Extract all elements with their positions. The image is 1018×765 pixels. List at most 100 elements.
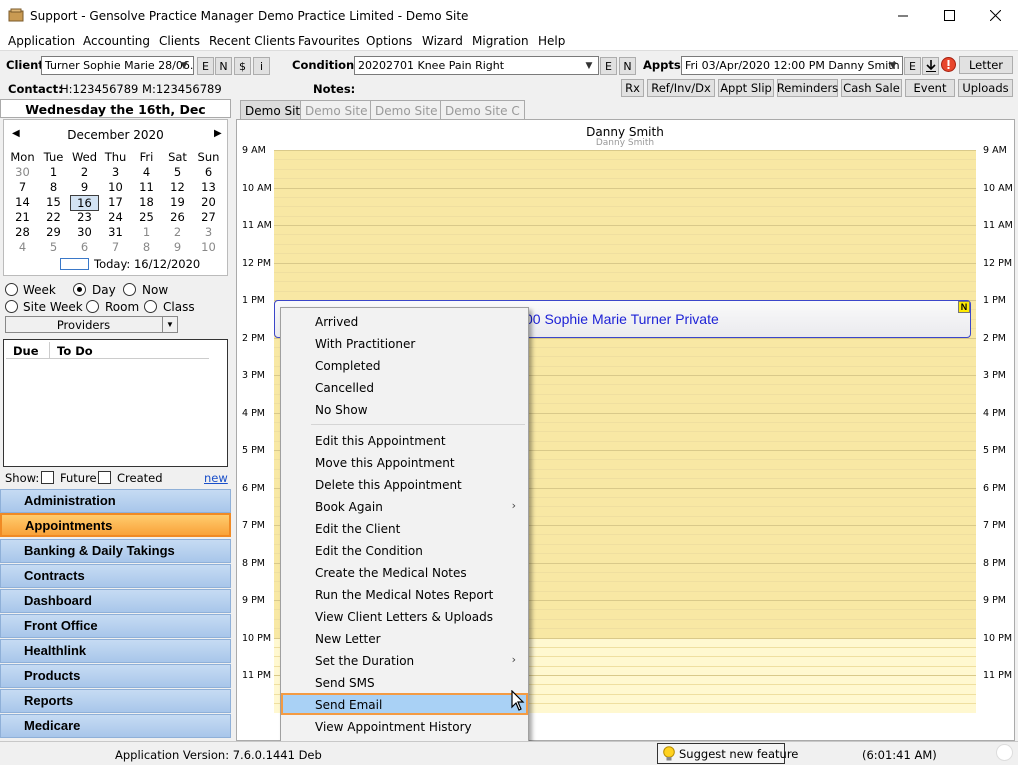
conditions-combo[interactable]: 20202701 Knee Pain Right ▼ — [354, 56, 599, 75]
close-icon[interactable] — [972, 0, 1018, 31]
calendar-day[interactable]: 7 — [7, 180, 38, 194]
chevron-down-icon[interactable]: ▼ — [177, 58, 191, 73]
client-edit-button[interactable]: E — [197, 57, 214, 75]
condition-new-button[interactable]: N — [619, 57, 636, 75]
client-account-button[interactable]: $ — [234, 57, 251, 75]
appt-edit-button[interactable]: E — [904, 57, 921, 75]
nav-appointments[interactable]: Appointments — [0, 513, 231, 537]
calendar-day[interactable]: 14 — [7, 195, 38, 209]
menu-favourites[interactable]: Favourites — [298, 34, 360, 48]
todo-col-todo[interactable]: To Do — [57, 344, 93, 358]
reminders-button[interactable]: Reminders — [777, 79, 838, 97]
next-month-icon[interactable]: ▶ — [214, 128, 222, 139]
calendar-day[interactable]: 6 — [69, 240, 100, 254]
menu-item-cancelled[interactable]: Cancelled — [281, 376, 528, 398]
letter-button[interactable]: Letter — [959, 56, 1013, 74]
menu-item-arrived[interactable]: Arrived — [281, 310, 528, 332]
chevron-down-icon[interactable]: ▼ — [886, 58, 900, 73]
menu-accounting[interactable]: Accounting — [83, 34, 150, 48]
menu-item-run-the-medical-notes-report[interactable]: Run the Medical Notes Report — [281, 583, 528, 605]
menu-item-no-show[interactable]: No Show — [281, 398, 528, 420]
class-radio[interactable] — [144, 300, 157, 313]
nav-banking-daily-takings[interactable]: Banking & Daily Takings — [0, 539, 231, 563]
menu-clients[interactable]: Clients — [159, 34, 200, 48]
minimize-icon[interactable] — [880, 0, 926, 31]
now-radio[interactable] — [123, 283, 136, 296]
calendar-day[interactable]: 8 — [38, 180, 69, 194]
calendar-day[interactable]: 15 — [38, 195, 69, 209]
alert-icon[interactable] — [941, 57, 956, 72]
menu-item-set-the-duration[interactable]: Set the Duration › — [281, 649, 528, 671]
condition-edit-button[interactable]: E — [600, 57, 617, 75]
appt-slip-button[interactable]: Appt Slip — [718, 79, 774, 97]
menu-migration[interactable]: Migration — [472, 34, 529, 48]
calendar-day[interactable]: 18 — [131, 195, 162, 209]
calendar-day[interactable]: 19 — [162, 195, 193, 209]
calendar-day[interactable]: 22 — [38, 210, 69, 224]
calendar-day[interactable]: 5 — [162, 165, 193, 179]
calendar-day[interactable]: 10 — [100, 180, 131, 194]
calendar-day[interactable]: 1 — [131, 225, 162, 239]
menu-item-create-the-medical-notes[interactable]: Create the Medical Notes — [281, 561, 528, 583]
menu-item-edit-this-appointment[interactable]: Edit this Appointment — [281, 429, 528, 451]
created-checkbox[interactable] — [98, 471, 111, 484]
rx-button[interactable]: Rx — [621, 79, 644, 97]
menu-recent-clients[interactable]: Recent Clients — [209, 34, 295, 48]
calendar-day[interactable]: 25 — [131, 210, 162, 224]
calendar-day[interactable]: 29 — [38, 225, 69, 239]
nav-front-office[interactable]: Front Office — [0, 614, 231, 638]
menu-options[interactable]: Options — [366, 34, 412, 48]
calendar-day[interactable]: 16 — [70, 195, 99, 211]
calendar-day[interactable]: 3 — [100, 165, 131, 179]
calendar-day[interactable]: 1 — [38, 165, 69, 179]
client-info-button[interactable]: i — [253, 57, 270, 75]
calendar-day[interactable]: 3 — [193, 225, 224, 239]
nav-reports[interactable]: Reports — [0, 689, 231, 713]
site-week-radio[interactable] — [5, 300, 18, 313]
calendar-day[interactable]: 13 — [193, 180, 224, 194]
calendar-day[interactable]: 31 — [100, 225, 131, 239]
calendar-day[interactable]: 11 — [131, 180, 162, 194]
calendar-day[interactable]: 9 — [69, 180, 100, 194]
calendar-day[interactable]: 24 — [100, 210, 131, 224]
calendar-day[interactable]: 12 — [162, 180, 193, 194]
menu-item-view-appointment-history[interactable]: View Appointment History — [281, 715, 528, 737]
menu-item-with-practitioner[interactable]: With Practitioner — [281, 332, 528, 354]
today-label[interactable]: Today: 16/12/2020 — [94, 257, 200, 271]
providers-combo[interactable]: Providers ▼ — [5, 316, 178, 333]
menu-item-delete-this-appointment[interactable]: Delete this Appointment — [281, 473, 528, 495]
uploads-button[interactable]: Uploads — [958, 79, 1013, 97]
calendar-day[interactable]: 17 — [100, 195, 131, 209]
calendar-day[interactable]: 30 — [7, 165, 38, 179]
menu-item-edit-the-client[interactable]: Edit the Client — [281, 517, 528, 539]
todo-list[interactable]: Due To Do — [3, 339, 228, 467]
client-combo[interactable]: Turner Sophie Marie 28/06. ▼ — [41, 56, 194, 75]
future-checkbox[interactable] — [41, 471, 54, 484]
cash-sale-button[interactable]: Cash Sale — [841, 79, 902, 97]
calendar-day[interactable]: 21 — [7, 210, 38, 224]
todo-col-due[interactable]: Due — [13, 344, 39, 358]
client-new-button[interactable]: N — [215, 57, 232, 75]
nav-dashboard[interactable]: Dashboard — [0, 589, 231, 613]
calendar-day[interactable]: 4 — [7, 240, 38, 254]
new-todo-link[interactable]: new — [204, 471, 228, 485]
calendar-day[interactable]: 9 — [162, 240, 193, 254]
calendar-day[interactable]: 20 — [193, 195, 224, 209]
calendar-day[interactable]: 4 — [131, 165, 162, 179]
menu-wizard[interactable]: Wizard — [422, 34, 463, 48]
event-button[interactable]: Event — [905, 79, 955, 97]
maximize-icon[interactable] — [926, 0, 972, 31]
calendar-day[interactable]: 28 — [7, 225, 38, 239]
calendar-day[interactable]: 30 — [69, 225, 100, 239]
menu-item-send-sms[interactable]: Send SMS — [281, 671, 528, 693]
menu-item-view-client-letters-uploads[interactable]: View Client Letters & Uploads — [281, 605, 528, 627]
menu-application[interactable]: Application — [8, 34, 75, 48]
nav-medicare[interactable]: Medicare — [0, 714, 231, 738]
nav-products[interactable]: Products — [0, 664, 231, 688]
calendar-day[interactable]: 27 — [193, 210, 224, 224]
menu-item-move-this-appointment[interactable]: Move this Appointment — [281, 451, 528, 473]
tab-demo-site-c[interactable]: Demo Site C — [440, 100, 525, 120]
calendar-day[interactable]: 10 — [193, 240, 224, 254]
day-radio[interactable] — [73, 283, 86, 296]
download-icon[interactable] — [922, 57, 939, 75]
